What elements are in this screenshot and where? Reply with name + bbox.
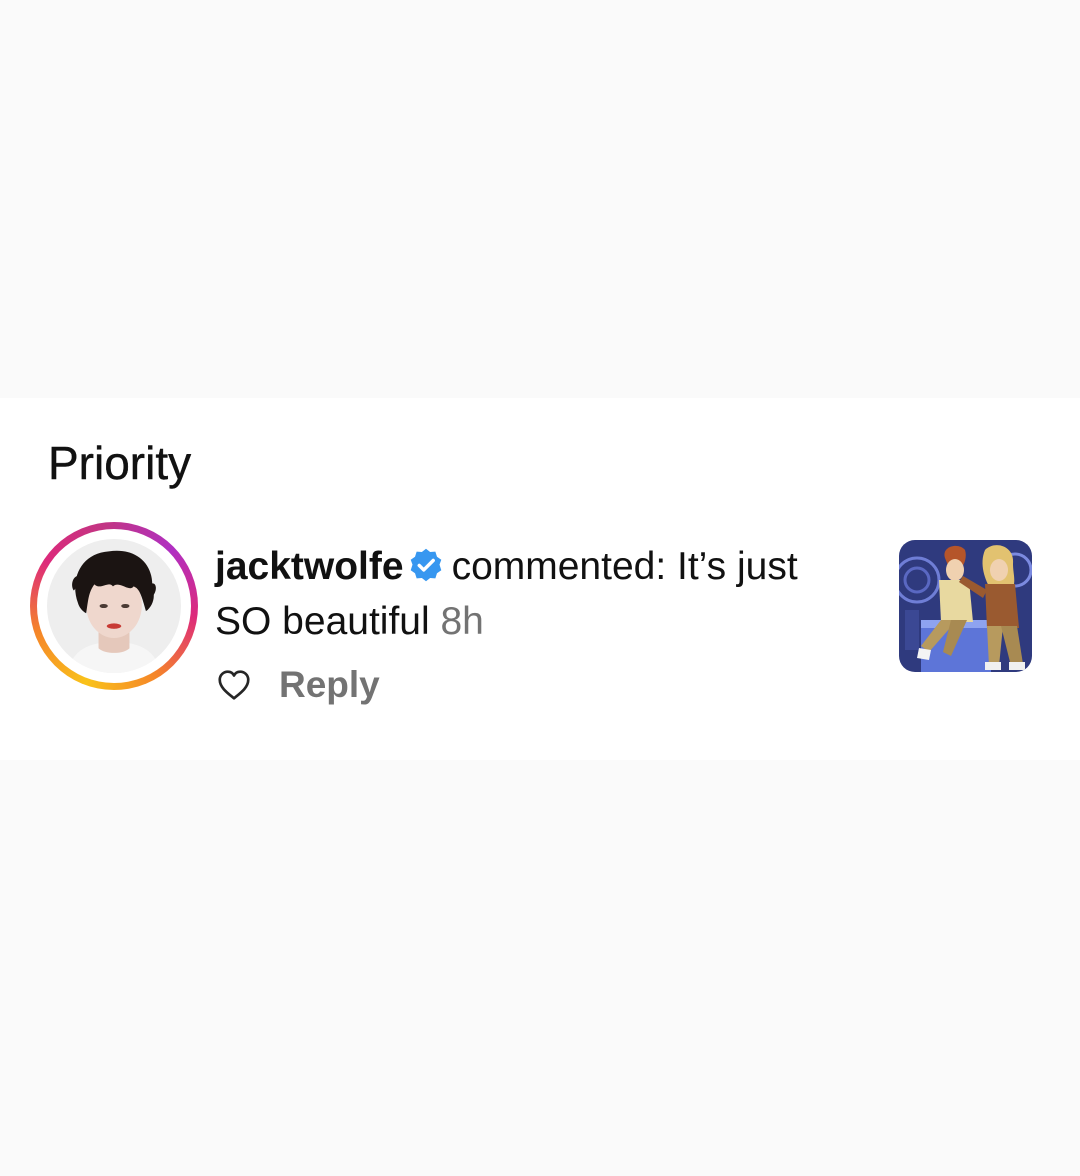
section-title: Priority bbox=[48, 437, 192, 489]
verified-badge-icon bbox=[410, 548, 441, 582]
post-thumbnail[interactable] bbox=[899, 540, 1032, 672]
avatar[interactable] bbox=[47, 539, 181, 673]
comment-actions: Reply bbox=[215, 660, 380, 710]
post-thumbnail-illustration bbox=[899, 540, 1032, 672]
notification-text: jacktwolfe commented: It’s just SO beauti… bbox=[215, 539, 835, 649]
username[interactable]: jacktwolfe bbox=[215, 545, 404, 588]
reply-button[interactable]: Reply bbox=[279, 664, 380, 706]
timestamp: 8h bbox=[440, 600, 484, 643]
avatar-frame bbox=[37, 529, 191, 683]
story-ring[interactable] bbox=[30, 522, 198, 690]
heart-outline-icon[interactable] bbox=[215, 666, 253, 704]
